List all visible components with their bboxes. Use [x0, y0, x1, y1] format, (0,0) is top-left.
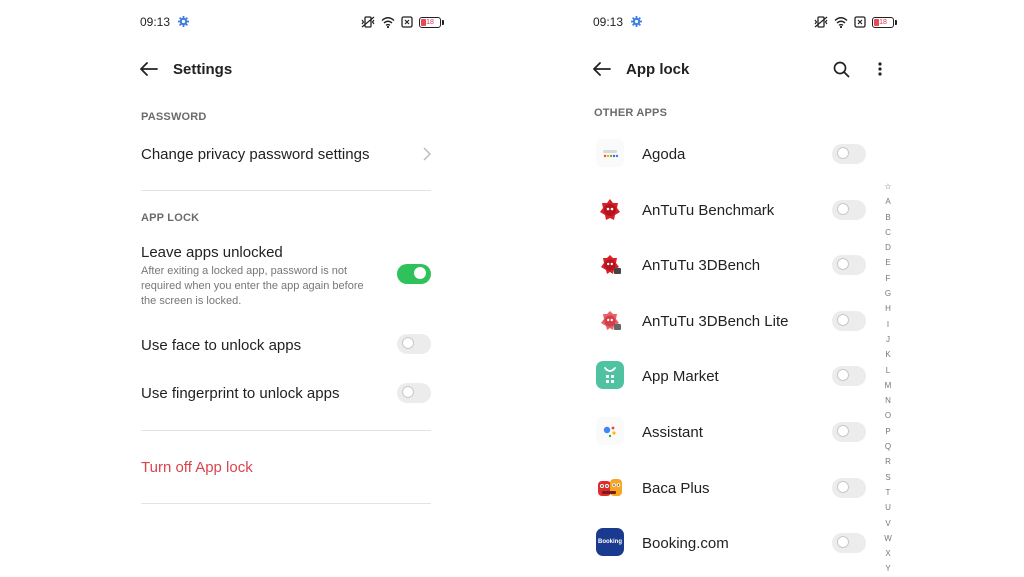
app-lock-toggle[interactable] — [832, 422, 866, 442]
alphabet-index-letter[interactable]: T — [881, 485, 895, 500]
fingerprint-unlock-toggle[interactable] — [397, 383, 431, 403]
app-row-antutu-3dbench-lite[interactable]: AnTuTu 3DBench Lite — [594, 301, 866, 341]
app-lock-toggle[interactable] — [832, 366, 866, 386]
alphabet-index-letter[interactable]: D — [881, 240, 895, 255]
battery-level: 18 — [879, 18, 887, 26]
battery-icon: 18 — [872, 16, 897, 28]
app-row-agoda[interactable]: Agoda — [594, 134, 866, 174]
wifi-icon — [834, 17, 848, 28]
app-row-booking[interactable]: Booking Booking.com — [594, 523, 866, 563]
alphabet-index-letter[interactable]: R — [881, 454, 895, 469]
alphabet-index-letter[interactable]: W — [881, 531, 895, 546]
alphabet-index-letter[interactable]: O — [881, 408, 895, 423]
back-arrow-icon[interactable] — [140, 62, 158, 76]
alphabet-index-letter[interactable]: M — [881, 378, 895, 393]
leave-unlocked-description: After exiting a locked app, password is … — [141, 265, 364, 307]
alphabet-index-letter[interactable]: G — [881, 286, 895, 301]
app-lock-toggle[interactable] — [832, 478, 866, 498]
app-row-antutu-3dbench[interactable]: AnTuTu 3DBench — [594, 245, 866, 285]
antutu-3dbench-lite-icon — [601, 311, 621, 330]
search-icon[interactable] — [833, 61, 850, 78]
status-time: 09:13 — [140, 15, 171, 29]
app-lock-toggle[interactable] — [832, 533, 866, 553]
section-header-password: PASSWORD — [141, 111, 207, 123]
baca-plus-icon — [598, 479, 622, 496]
battery-level: 18 — [426, 18, 434, 26]
alphabet-index-letter[interactable]: P — [881, 424, 895, 439]
booking-icon: Booking — [596, 528, 624, 556]
agoda-icon — [596, 139, 624, 167]
back-arrow-icon[interactable] — [593, 62, 611, 76]
divider — [141, 190, 431, 191]
alphabet-index-letter[interactable]: L — [881, 363, 895, 378]
system-icons: 18 — [361, 15, 444, 29]
alphabet-index-letter[interactable]: F — [881, 271, 895, 286]
alphabet-index-letter[interactable]: B — [881, 210, 895, 225]
fingerprint-unlock-label: Use fingerprint to unlock apps — [141, 385, 340, 402]
page-title: Settings — [173, 61, 233, 78]
alphabet-index-letter[interactable]: J — [881, 332, 895, 347]
vibrate-icon — [361, 16, 375, 28]
app-row-antutu-benchmark[interactable]: AnTuTu Benchmark — [594, 190, 866, 230]
section-header-app-lock: APP LOCK — [141, 212, 200, 224]
face-unlock-toggle[interactable] — [397, 334, 431, 354]
app-row-baca-plus[interactable]: Baca Plus — [594, 468, 866, 508]
page-title: App lock — [626, 61, 690, 78]
app-name: AnTuTu 3DBench Lite — [642, 313, 789, 330]
app-name: AnTuTu 3DBench — [642, 257, 761, 274]
alphabet-index-letter[interactable]: I — [881, 317, 895, 332]
status-time: 09:13 — [593, 15, 624, 29]
alphabet-index-letter[interactable]: A — [881, 194, 895, 209]
alphabet-index-letter[interactable]: N — [881, 393, 895, 408]
alphabet-index-letter[interactable]: Y — [881, 561, 895, 576]
app-lock-toggle[interactable] — [832, 200, 866, 220]
app-lock-toggle[interactable] — [832, 311, 866, 331]
leave-unlocked-label: Leave apps unlocked — [141, 244, 283, 261]
vibrate-icon — [814, 16, 828, 28]
divider — [141, 503, 431, 504]
app-name: AnTuTu Benchmark — [642, 202, 775, 219]
alphabet-index-letter[interactable]: X — [881, 546, 895, 561]
assistant-icon — [596, 417, 624, 445]
alphabet-index-letter[interactable]: S — [881, 470, 895, 485]
chevron-right-icon — [423, 147, 431, 161]
sim-icon — [854, 16, 866, 28]
app-market-icon — [596, 361, 624, 389]
alphabet-index-letter[interactable]: E — [881, 255, 895, 270]
face-unlock-label: Use face to unlock apps — [141, 337, 302, 354]
app-name: Booking.com — [642, 535, 729, 552]
system-icons: 18 — [814, 15, 897, 29]
antutu-icon — [600, 199, 620, 220]
app-lock-toggle[interactable] — [832, 255, 866, 275]
leave-unlocked-toggle[interactable] — [397, 264, 431, 284]
battery-icon: 18 — [419, 16, 444, 28]
alphabet-index-letter[interactable]: U — [881, 500, 895, 515]
alphabet-index-letter[interactable]: H — [881, 301, 895, 316]
alphabet-index-letter[interactable]: K — [881, 347, 895, 362]
alphabet-index-letter[interactable]: C — [881, 225, 895, 240]
alphabet-index-letter[interactable]: Q — [881, 439, 895, 454]
app-name: Agoda — [642, 146, 686, 163]
divider — [141, 430, 431, 431]
turn-off-app-lock-button[interactable]: Turn off App lock — [141, 459, 253, 476]
app-row-assistant[interactable]: Assistant — [594, 412, 866, 452]
app-name: App Market — [642, 368, 719, 385]
sim-icon — [401, 16, 413, 28]
alphabet-index-letter[interactable]: V — [881, 516, 895, 531]
alphabet-index-letter[interactable]: ☆ — [881, 179, 895, 194]
app-lock-toggle[interactable] — [832, 144, 866, 164]
alphabet-index[interactable]: ☆ A B C D E F G H I J K L M N O P Q R S T U V W X Y — [881, 179, 895, 577]
more-options-icon[interactable] — [877, 61, 883, 77]
app-row-app-market[interactable]: App Market — [594, 356, 866, 396]
app-name: Baca Plus — [642, 480, 710, 497]
settings-gear-icon — [178, 16, 189, 27]
wifi-icon — [381, 17, 395, 28]
change-password-label: Change privacy password settings — [141, 146, 370, 163]
app-name: Assistant — [642, 424, 703, 441]
antutu-3dbench-icon — [601, 255, 621, 274]
section-header-other-apps: OTHER APPS — [594, 107, 668, 119]
settings-gear-icon — [631, 16, 642, 27]
change-password-row[interactable]: Change privacy password settings — [141, 138, 431, 170]
